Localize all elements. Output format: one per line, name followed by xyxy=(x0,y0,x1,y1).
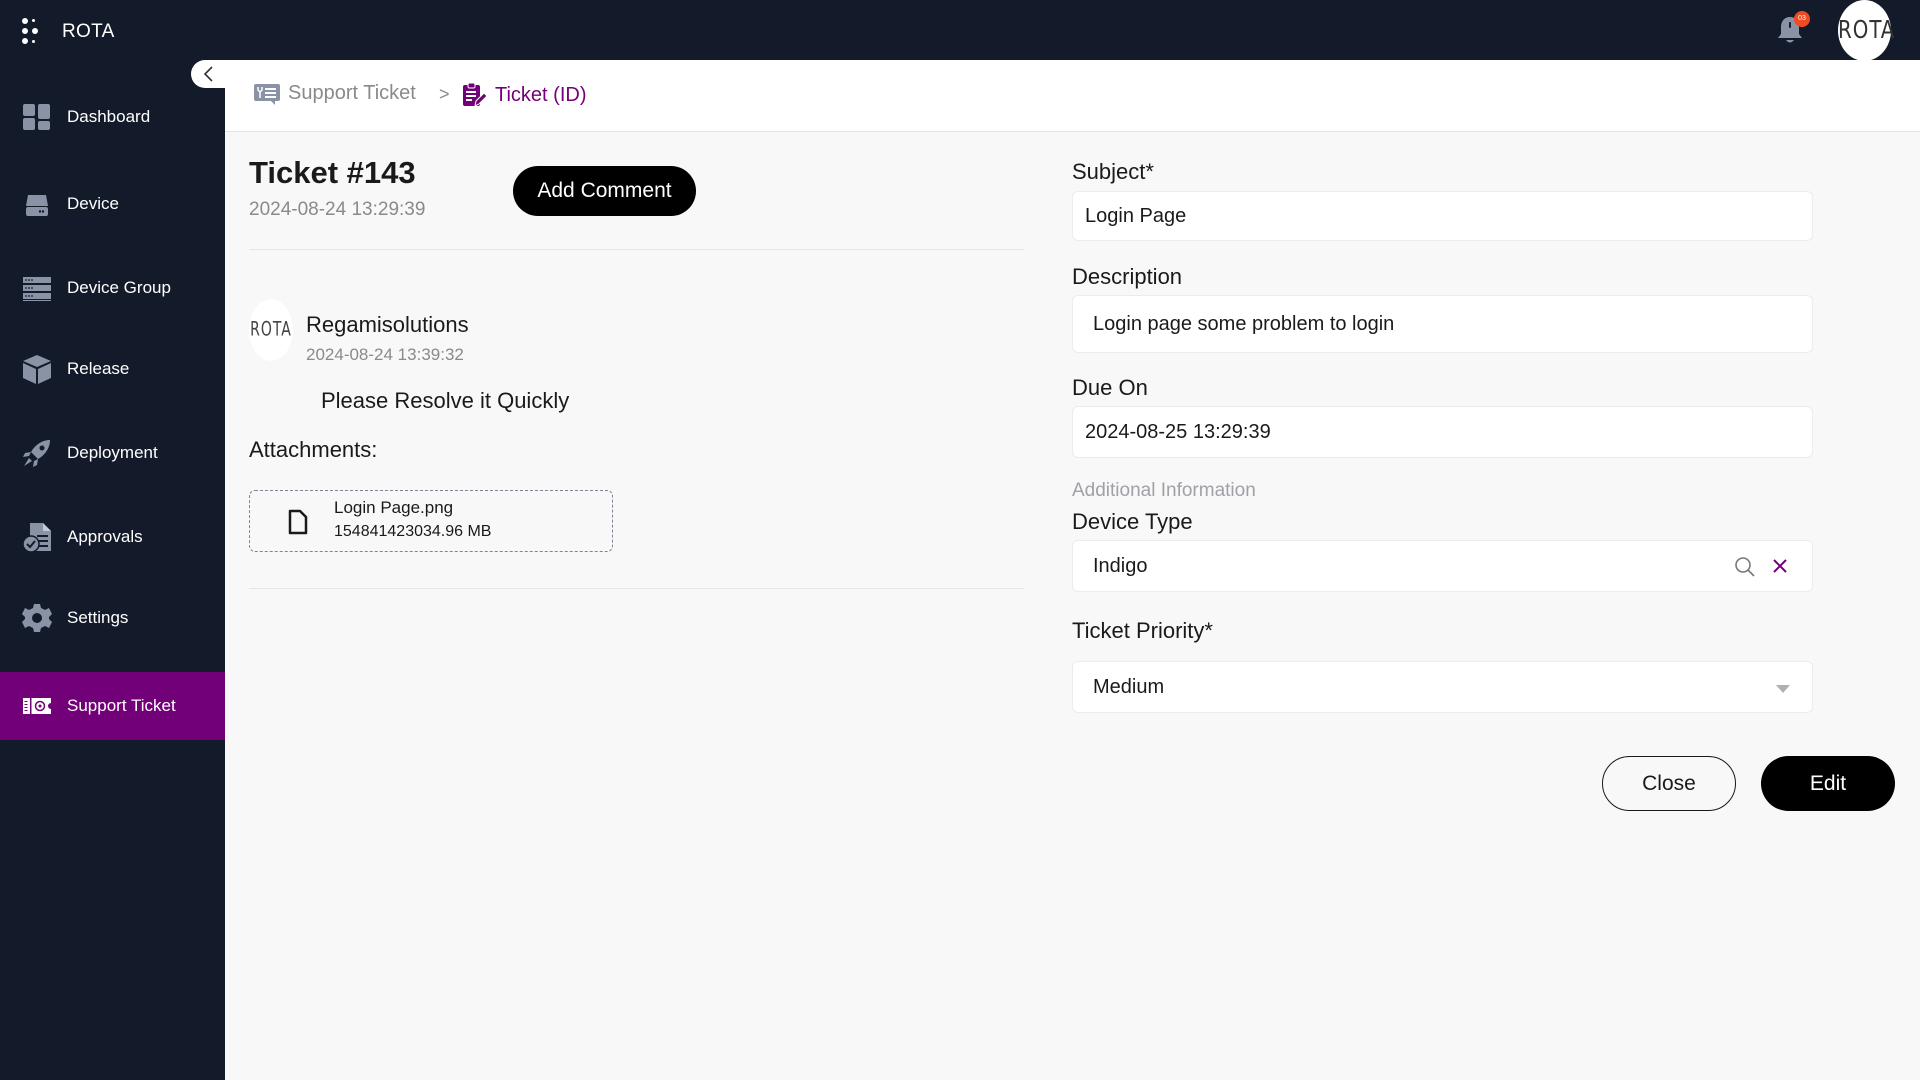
sidebar-collapse-button[interactable] xyxy=(191,60,227,88)
sidebar-item-device[interactable]: Device xyxy=(0,170,225,238)
attachment-size: 154841423034.96 MB xyxy=(334,523,492,540)
description-value: Login page some problem to login xyxy=(1093,312,1395,335)
sidebar-item-dashboard[interactable]: Dashboard xyxy=(0,83,225,151)
sidebar-item-deployment[interactable]: Deployment xyxy=(0,419,225,487)
sidebar-item-settings[interactable]: Settings xyxy=(0,584,225,652)
app-menu-icon[interactable] xyxy=(22,18,42,48)
attachment-item[interactable]: Login Page.png 154841423034.96 MB xyxy=(249,490,613,552)
comment-text: Please Resolve it Quickly xyxy=(321,388,570,413)
ticket-title: Ticket #143 xyxy=(249,155,416,190)
divider xyxy=(249,588,1024,589)
breadcrumb: Support Ticket > Ticket (ID) xyxy=(225,60,1920,132)
sidebar-item-label: Device xyxy=(67,194,119,213)
device-type-field[interactable]: Indigo xyxy=(1072,540,1813,592)
close-button[interactable]: Close xyxy=(1602,756,1736,811)
sidebar: Dashboard Device Device Group Release De… xyxy=(0,60,225,1080)
ticket-icon xyxy=(23,698,51,714)
due-on-label: Due On xyxy=(1072,375,1148,400)
top-bar: ROTA 03 ROTA xyxy=(0,0,1920,61)
clear-icon[interactable] xyxy=(1772,558,1788,574)
user-avatar[interactable]: ROTA xyxy=(1838,0,1894,61)
sidebar-item-support-ticket[interactable]: Support Ticket xyxy=(0,672,225,740)
breadcrumb-support-ticket[interactable]: Support Ticket xyxy=(254,82,416,105)
comment-author: Regamisolutions xyxy=(306,312,469,337)
rocket-icon xyxy=(23,440,50,467)
edit-button[interactable]: Edit xyxy=(1761,756,1895,811)
dashboard-icon xyxy=(23,104,50,130)
breadcrumb-ticket-id: Ticket (ID) xyxy=(461,82,586,108)
comment-date: 2024-08-24 13:39:32 xyxy=(306,345,464,364)
dropdown-arrow-icon xyxy=(1776,685,1790,693)
subject-value: Login Page xyxy=(1085,204,1187,227)
release-box-icon xyxy=(23,355,51,384)
ticket-priority-select[interactable]: Medium xyxy=(1072,661,1813,713)
sidebar-item-label: Release xyxy=(67,359,130,378)
sidebar-item-approvals[interactable]: Approvals xyxy=(0,503,225,571)
clipboard-edit-icon xyxy=(463,82,487,107)
sidebar-item-label: Approvals xyxy=(67,527,143,546)
chevron-left-icon xyxy=(203,66,213,82)
attachment-name: Login Page.png xyxy=(334,498,454,517)
sidebar-item-label: Support Ticket xyxy=(67,696,176,715)
device-icon xyxy=(26,195,48,216)
sidebar-item-label: Device Group xyxy=(67,278,171,297)
divider xyxy=(249,249,1024,250)
app-title: ROTA xyxy=(62,21,115,42)
due-on-value: 2024-08-25 13:29:39 xyxy=(1085,420,1271,443)
description-field[interactable]: Login page some problem to login xyxy=(1072,295,1813,353)
search-icon[interactable] xyxy=(1734,556,1756,578)
breadcrumb-separator: > xyxy=(439,84,450,104)
sidebar-item-release[interactable]: Release xyxy=(0,335,225,403)
comment-avatar: ROTA xyxy=(249,299,293,361)
support-ticket-icon xyxy=(254,83,280,105)
subject-field[interactable]: Login Page xyxy=(1072,191,1813,241)
sidebar-item-label: Settings xyxy=(67,608,129,627)
due-on-field[interactable]: 2024-08-25 13:29:39 xyxy=(1072,406,1813,458)
ticket-priority-label: Ticket Priority* xyxy=(1072,618,1213,643)
file-icon xyxy=(288,509,308,535)
approvals-icon xyxy=(22,523,51,552)
device-group-icon xyxy=(23,277,51,301)
device-type-value: Indigo xyxy=(1093,554,1148,577)
gear-icon xyxy=(22,604,52,632)
sidebar-item-device-group[interactable]: Device Group xyxy=(0,254,225,322)
breadcrumb-label: Support Ticket xyxy=(288,82,416,104)
add-comment-button[interactable]: Add Comment xyxy=(513,166,696,216)
ticket-created-date: 2024-08-24 13:29:39 xyxy=(249,199,426,220)
description-label: Description xyxy=(1072,264,1183,289)
attachments-label: Attachments: xyxy=(249,437,378,462)
device-type-label: Device Type xyxy=(1072,509,1193,534)
breadcrumb-label: Ticket (ID) xyxy=(495,83,587,106)
ticket-priority-value: Medium xyxy=(1093,675,1165,698)
notification-badge: 03 xyxy=(1794,11,1810,27)
additional-information-heading: Additional Information xyxy=(1072,480,1256,501)
sidebar-item-label: Dashboard xyxy=(67,107,151,126)
subject-label: Subject* xyxy=(1072,159,1154,184)
sidebar-item-label: Deployment xyxy=(67,443,158,462)
